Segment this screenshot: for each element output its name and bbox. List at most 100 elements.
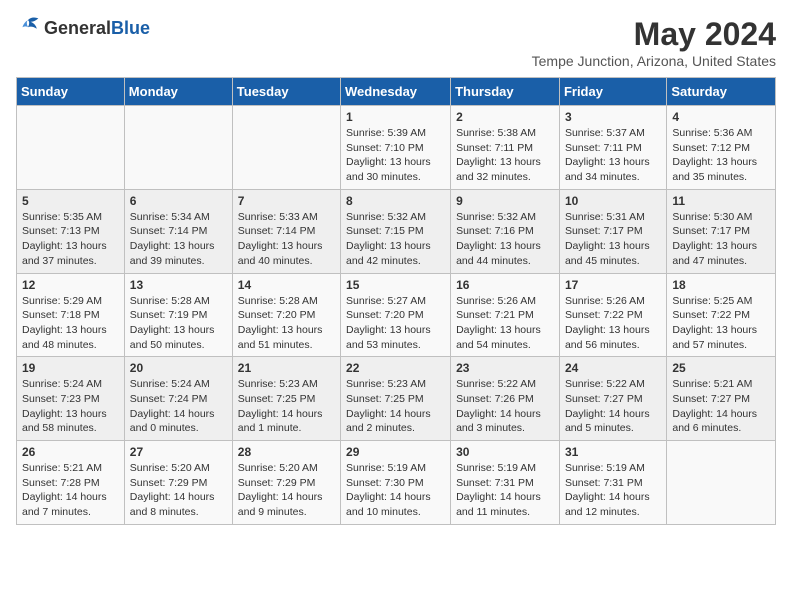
calendar-cell: 8 Sunrise: 5:32 AMSunset: 7:15 PMDaylight… xyxy=(341,189,451,273)
day-header-saturday: Saturday xyxy=(667,78,776,106)
day-header-tuesday: Tuesday xyxy=(232,78,340,106)
day-number: 2 xyxy=(456,110,554,124)
day-number: 17 xyxy=(565,278,661,292)
calendar-cell: 18Sunrise: 5:25 AMSunset: 7:22 PMDayligh… xyxy=(667,273,776,357)
calendar-cell: 26Sunrise: 5:21 AMSunset: 7:28 PMDayligh… xyxy=(17,441,125,525)
day-number: 19 xyxy=(22,361,119,375)
calendar-cell: 3Sunrise: 5:37 AMSunset: 7:11 PMDaylight… xyxy=(559,106,666,190)
day-number: 27 xyxy=(130,445,227,459)
calendar-cell: 27Sunrise: 5:20 AMSunset: 7:29 PMDayligh… xyxy=(124,441,232,525)
calendar-cell: 10 Sunrise: 5:31 AMSunset: 7:17 PMDayligh… xyxy=(559,189,666,273)
logo-text-blue: Blue xyxy=(111,18,150,38)
page-header: GeneralBlue May 2024 Tempe Junction, Ari… xyxy=(16,16,776,69)
day-info: Sunrise: 5:31 AMSunset: 7:17 PMDaylight:… xyxy=(565,210,661,269)
day-number: 13 xyxy=(130,278,227,292)
day-number: 14 xyxy=(238,278,335,292)
calendar-cell: 21Sunrise: 5:23 AMSunset: 7:25 PMDayligh… xyxy=(232,357,340,441)
day-number: 10 xyxy=(565,194,661,208)
day-info: Sunrise: 5:32 AMSunset: 7:15 PMDaylight:… xyxy=(346,210,445,269)
day-info: Sunrise: 5:21 AMSunset: 7:27 PMDaylight:… xyxy=(672,377,770,436)
day-number: 11 xyxy=(672,194,770,208)
calendar-cell: 2 Sunrise: 5:38 AMSunset: 7:11 PMDaylight… xyxy=(451,106,560,190)
calendar-cell xyxy=(232,106,340,190)
calendar-cell: 14 Sunrise: 5:28 AMSunset: 7:20 PMDayligh… xyxy=(232,273,340,357)
calendar-cell: 5 Sunrise: 5:35 AMSunset: 7:13 PMDaylight… xyxy=(17,189,125,273)
day-info: Sunrise: 5:33 AMSunset: 7:14 PMDaylight:… xyxy=(238,210,335,269)
day-number: 1 xyxy=(346,110,445,124)
day-header-friday: Friday xyxy=(559,78,666,106)
day-header-monday: Monday xyxy=(124,78,232,106)
day-info: Sunrise: 5:35 AMSunset: 7:13 PMDaylight:… xyxy=(22,210,119,269)
day-info: Sunrise: 5:26 AMSunset: 7:22 PMDaylight:… xyxy=(565,294,661,353)
day-info: Sunrise: 5:30 AMSunset: 7:17 PMDaylight:… xyxy=(672,210,770,269)
calendar-week-row: 5 Sunrise: 5:35 AMSunset: 7:13 PMDaylight… xyxy=(17,189,776,273)
calendar-cell: 15Sunrise: 5:27 AMSunset: 7:20 PMDayligh… xyxy=(341,273,451,357)
calendar-cell: 13 Sunrise: 5:28 AMSunset: 7:19 PMDayligh… xyxy=(124,273,232,357)
day-header-wednesday: Wednesday xyxy=(341,78,451,106)
day-info: Sunrise: 5:19 AMSunset: 7:31 PMDaylight:… xyxy=(456,461,554,520)
day-info: Sunrise: 5:21 AMSunset: 7:28 PMDaylight:… xyxy=(22,461,119,520)
calendar-week-row: 26Sunrise: 5:21 AMSunset: 7:28 PMDayligh… xyxy=(17,441,776,525)
calendar-cell xyxy=(124,106,232,190)
calendar-cell: 19 Sunrise: 5:24 AMSunset: 7:23 PMDayligh… xyxy=(17,357,125,441)
calendar-cell: 30Sunrise: 5:19 AMSunset: 7:31 PMDayligh… xyxy=(451,441,560,525)
calendar-cell xyxy=(667,441,776,525)
day-info: Sunrise: 5:34 AMSunset: 7:14 PMDaylight:… xyxy=(130,210,227,269)
day-info: Sunrise: 5:19 AMSunset: 7:30 PMDaylight:… xyxy=(346,461,445,520)
logo-text-general: General xyxy=(44,18,111,38)
calendar-cell: 25 Sunrise: 5:21 AMSunset: 7:27 PMDayligh… xyxy=(667,357,776,441)
calendar-week-row: 19 Sunrise: 5:24 AMSunset: 7:23 PMDayligh… xyxy=(17,357,776,441)
day-info: Sunrise: 5:26 AMSunset: 7:21 PMDaylight:… xyxy=(456,294,554,353)
day-number: 24 xyxy=(565,361,661,375)
day-number: 4 xyxy=(672,110,770,124)
day-info: Sunrise: 5:38 AMSunset: 7:11 PMDaylight:… xyxy=(456,126,554,185)
calendar-week-row: 12 Sunrise: 5:29 AMSunset: 7:18 PMDayligh… xyxy=(17,273,776,357)
day-number: 5 xyxy=(22,194,119,208)
calendar-cell: 17 Sunrise: 5:26 AMSunset: 7:22 PMDayligh… xyxy=(559,273,666,357)
calendar-cell: 23Sunrise: 5:22 AMSunset: 7:26 PMDayligh… xyxy=(451,357,560,441)
day-number: 16 xyxy=(456,278,554,292)
day-info: Sunrise: 5:24 AMSunset: 7:23 PMDaylight:… xyxy=(22,377,119,436)
calendar-table: SundayMondayTuesdayWednesdayThursdayFrid… xyxy=(16,77,776,525)
day-info: Sunrise: 5:20 AMSunset: 7:29 PMDaylight:… xyxy=(238,461,335,520)
day-info: Sunrise: 5:28 AMSunset: 7:19 PMDaylight:… xyxy=(130,294,227,353)
day-info: Sunrise: 5:22 AMSunset: 7:26 PMDaylight:… xyxy=(456,377,554,436)
day-number: 22 xyxy=(346,361,445,375)
days-header-row: SundayMondayTuesdayWednesdayThursdayFrid… xyxy=(17,78,776,106)
day-number: 9 xyxy=(456,194,554,208)
day-header-sunday: Sunday xyxy=(17,78,125,106)
calendar-cell: 12 Sunrise: 5:29 AMSunset: 7:18 PMDayligh… xyxy=(17,273,125,357)
day-info: Sunrise: 5:23 AMSunset: 7:25 PMDaylight:… xyxy=(238,377,335,436)
day-number: 18 xyxy=(672,278,770,292)
day-number: 7 xyxy=(238,194,335,208)
day-number: 3 xyxy=(565,110,661,124)
calendar-cell: 7 Sunrise: 5:33 AMSunset: 7:14 PMDaylight… xyxy=(232,189,340,273)
day-info: Sunrise: 5:22 AMSunset: 7:27 PMDaylight:… xyxy=(565,377,661,436)
calendar-cell xyxy=(17,106,125,190)
calendar-cell: 22Sunrise: 5:23 AMSunset: 7:25 PMDayligh… xyxy=(341,357,451,441)
title-area: May 2024 Tempe Junction, Arizona, United… xyxy=(532,16,776,69)
day-info: Sunrise: 5:36 AMSunset: 7:12 PMDaylight:… xyxy=(672,126,770,185)
day-number: 12 xyxy=(22,278,119,292)
logo: GeneralBlue xyxy=(16,16,150,41)
day-number: 28 xyxy=(238,445,335,459)
day-info: Sunrise: 5:39 AMSunset: 7:10 PMDaylight:… xyxy=(346,126,445,185)
day-number: 6 xyxy=(130,194,227,208)
calendar-cell: 9 Sunrise: 5:32 AMSunset: 7:16 PMDaylight… xyxy=(451,189,560,273)
day-number: 25 xyxy=(672,361,770,375)
day-number: 8 xyxy=(346,194,445,208)
calendar-cell: 11 Sunrise: 5:30 AMSunset: 7:17 PMDayligh… xyxy=(667,189,776,273)
day-header-thursday: Thursday xyxy=(451,78,560,106)
day-info: Sunrise: 5:32 AMSunset: 7:16 PMDaylight:… xyxy=(456,210,554,269)
calendar-cell: 1 Sunrise: 5:39 AMSunset: 7:10 PMDaylight… xyxy=(341,106,451,190)
day-info: Sunrise: 5:29 AMSunset: 7:18 PMDaylight:… xyxy=(22,294,119,353)
calendar-cell: 29Sunrise: 5:19 AMSunset: 7:30 PMDayligh… xyxy=(341,441,451,525)
month-year-title: May 2024 xyxy=(532,16,776,53)
calendar-cell: 24 Sunrise: 5:22 AMSunset: 7:27 PMDayligh… xyxy=(559,357,666,441)
calendar-cell: 31Sunrise: 5:19 AMSunset: 7:31 PMDayligh… xyxy=(559,441,666,525)
calendar-week-row: 1 Sunrise: 5:39 AMSunset: 7:10 PMDaylight… xyxy=(17,106,776,190)
day-info: Sunrise: 5:28 AMSunset: 7:20 PMDaylight:… xyxy=(238,294,335,353)
day-number: 15 xyxy=(346,278,445,292)
location-subtitle: Tempe Junction, Arizona, United States xyxy=(532,53,776,69)
day-number: 20 xyxy=(130,361,227,375)
